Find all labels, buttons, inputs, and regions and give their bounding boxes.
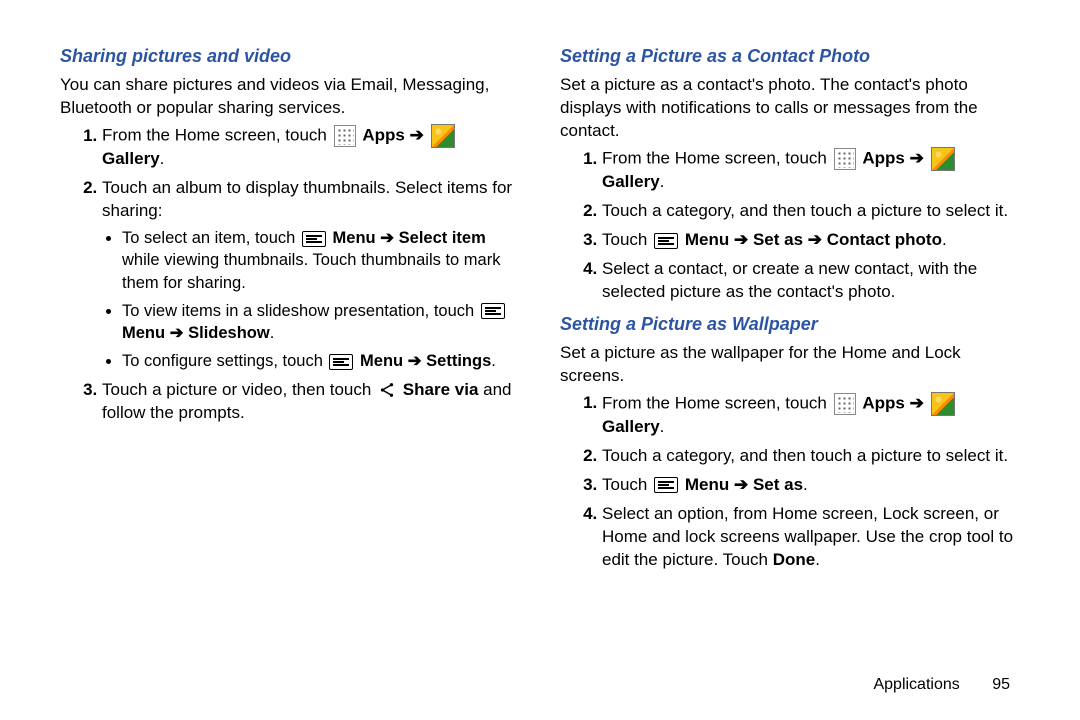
menu-icon xyxy=(654,477,678,493)
sharing-step-2: Touch an album to display thumbnails. Se… xyxy=(102,177,520,372)
wall-step-3: Touch Menu ➔ Set as. xyxy=(602,474,1020,497)
page-footer: Applications 95 xyxy=(873,674,1010,696)
page-number: 95 xyxy=(992,676,1010,693)
left-column: Sharing pictures and video You can share… xyxy=(60,40,520,580)
wall-step-2: Touch a category, and then touch a pictu… xyxy=(602,445,1020,468)
contact-step-3: Touch Menu ➔ Set as ➔ Contact photo. xyxy=(602,229,1020,252)
menu-icon xyxy=(302,231,326,247)
contact-steps: From the Home screen, touch Apps ➔ Galle… xyxy=(560,147,1020,304)
contact-step-4: Select a contact, or create a new contac… xyxy=(602,258,1020,304)
heading-wallpaper: Setting a Picture as Wallpaper xyxy=(560,312,1020,336)
contact-intro: Set a picture as a contact's photo. The … xyxy=(560,74,1020,143)
heading-sharing: Sharing pictures and video xyxy=(60,44,520,68)
sharing-step-3: Touch a picture or video, then touch Sha… xyxy=(102,379,520,425)
sharing-step-1: From the Home screen, touch Apps ➔ Galle… xyxy=(102,124,520,171)
substep-settings: To configure settings, touch Menu ➔ Sett… xyxy=(122,350,520,372)
right-column: Setting a Picture as a Contact Photo Set… xyxy=(560,40,1020,580)
sharing-intro: You can share pictures and videos via Em… xyxy=(60,74,520,120)
wall-step-1: From the Home screen, touch Apps ➔ Galle… xyxy=(602,392,1020,439)
apps-grid-icon xyxy=(834,148,856,170)
heading-contact-photo: Setting a Picture as a Contact Photo xyxy=(560,44,1020,68)
contact-step-1: From the Home screen, touch Apps ➔ Galle… xyxy=(602,147,1020,194)
sharing-steps: From the Home screen, touch Apps ➔ Galle… xyxy=(60,124,520,424)
contact-step-2: Touch a category, and then touch a pictu… xyxy=(602,200,1020,223)
share-icon xyxy=(378,381,396,399)
gallery-icon xyxy=(931,147,955,171)
manual-page: Sharing pictures and video You can share… xyxy=(0,0,1080,580)
substep-slideshow: To view items in a slideshow presentatio… xyxy=(122,300,520,345)
apps-grid-icon xyxy=(334,125,356,147)
apps-grid-icon xyxy=(834,393,856,415)
wall-step-4: Select an option, from Home screen, Lock… xyxy=(602,503,1020,572)
menu-icon xyxy=(329,354,353,370)
wallpaper-steps: From the Home screen, touch Apps ➔ Galle… xyxy=(560,392,1020,572)
menu-icon xyxy=(481,303,505,319)
substep-select-item: To select an item, touch Menu ➔ Select i… xyxy=(122,227,520,294)
gallery-icon xyxy=(431,124,455,148)
gallery-icon xyxy=(931,392,955,416)
footer-section: Applications xyxy=(873,676,959,693)
menu-icon xyxy=(654,233,678,249)
sharing-substeps: To select an item, touch Menu ➔ Select i… xyxy=(102,227,520,373)
wallpaper-intro: Set a picture as the wallpaper for the H… xyxy=(560,342,1020,388)
